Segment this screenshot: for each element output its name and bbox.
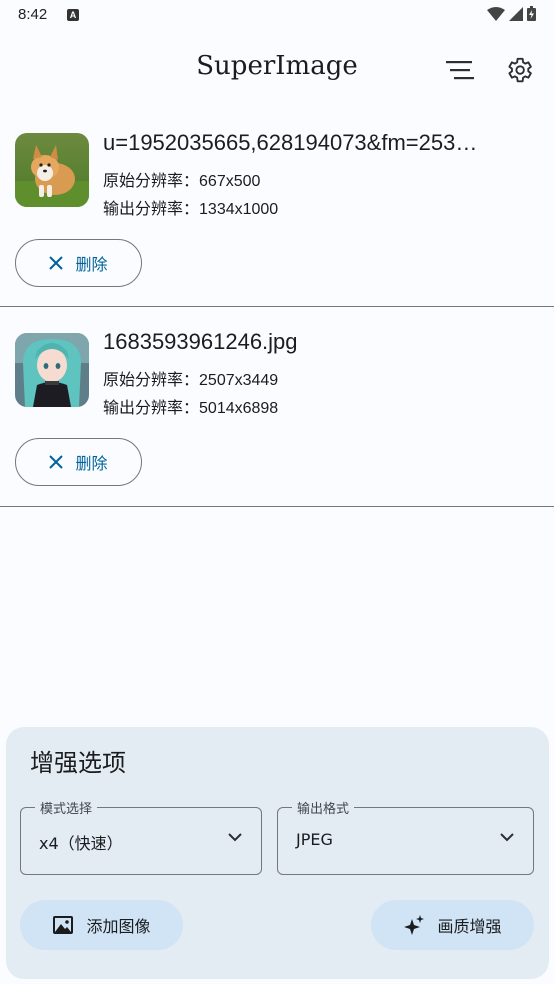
add-image-button[interactable]: 添加图像: [20, 900, 183, 950]
format-select-value: JPEG: [296, 830, 333, 849]
original-resolution-label: 原始分辨率：: [103, 173, 200, 190]
divider: [0, 306, 554, 307]
output-resolution-value: 1334x1000: [199, 201, 279, 218]
sparkle-icon: [404, 915, 425, 935]
chevron-down-icon: [228, 833, 242, 842]
gear-icon: [508, 57, 532, 83]
app-bar: SuperImage: [0, 40, 554, 100]
signal-icon: [509, 6, 523, 21]
delete-button[interactable]: 删除: [15, 438, 142, 486]
sort-button[interactable]: [442, 52, 478, 88]
original-resolution: 原始分辨率：2507x3449: [103, 366, 278, 390]
chevron-down-icon: [500, 833, 514, 842]
add-image-label: 添加图像: [86, 917, 151, 936]
mode-select-value: x4（快速）: [39, 834, 123, 853]
output-resolution-label: 输出分辨率：: [103, 400, 200, 417]
divider: [0, 506, 554, 507]
close-icon: [49, 256, 64, 270]
format-select[interactable]: 输出格式 JPEG: [277, 798, 534, 875]
notification-a-icon: A: [67, 9, 79, 21]
enhance-button[interactable]: 画质增强: [371, 900, 534, 950]
close-icon: [49, 455, 64, 469]
output-resolution: 输出分辨率：5014x6898: [103, 394, 278, 418]
settings-button[interactable]: [501, 52, 537, 88]
corgi-puppy-photo: [15, 133, 89, 207]
original-resolution-value: 2507x3449: [199, 372, 279, 389]
list-item: 1683593961246.jpg 原始分辨率：2507x3449 输出分辨率：…: [0, 324, 554, 505]
mode-select-label: 模式选择: [35, 798, 98, 817]
delete-button-label: 删除: [75, 454, 108, 473]
enhance-label: 画质增强: [437, 917, 502, 936]
original-resolution-value: 667x500: [199, 173, 261, 190]
status-bar: 8:42 A: [0, 0, 554, 32]
original-resolution: 原始分辨率：667x500: [103, 167, 260, 191]
output-resolution-value: 5014x6898: [199, 400, 279, 417]
item-file-name: u=1952035665,628194073&fm=253…: [103, 130, 478, 155]
original-resolution-label: 原始分辨率：: [103, 372, 200, 389]
enhance-options-panel: 增强选项 模式选择 x4（快速） 输出格式 JPEG 添加图像 画质增强: [6, 727, 549, 979]
list-item: u=1952035665,628194073&fm=253… 原始分辨率：667…: [0, 125, 554, 306]
format-select-label: 输出格式: [292, 798, 355, 817]
output-resolution-label: 输出分辨率：: [103, 201, 200, 218]
sort-lines-icon: [446, 61, 474, 80]
image-icon: [53, 916, 74, 934]
status-time: 8:42: [18, 6, 48, 23]
panel-title: 增强选项: [30, 749, 126, 777]
anime-girl-photo: [15, 333, 89, 407]
delete-button-label: 删除: [75, 255, 108, 274]
output-resolution: 输出分辨率：1334x1000: [103, 195, 278, 219]
item-thumbnail[interactable]: [15, 133, 89, 207]
wifi-icon: [487, 6, 505, 21]
item-file-name: 1683593961246.jpg: [103, 329, 298, 354]
item-thumbnail[interactable]: [15, 333, 89, 407]
status-icons: [487, 6, 536, 21]
battery-icon: [527, 6, 536, 21]
mode-select[interactable]: 模式选择 x4（快速）: [20, 798, 262, 875]
delete-button[interactable]: 删除: [15, 239, 142, 287]
